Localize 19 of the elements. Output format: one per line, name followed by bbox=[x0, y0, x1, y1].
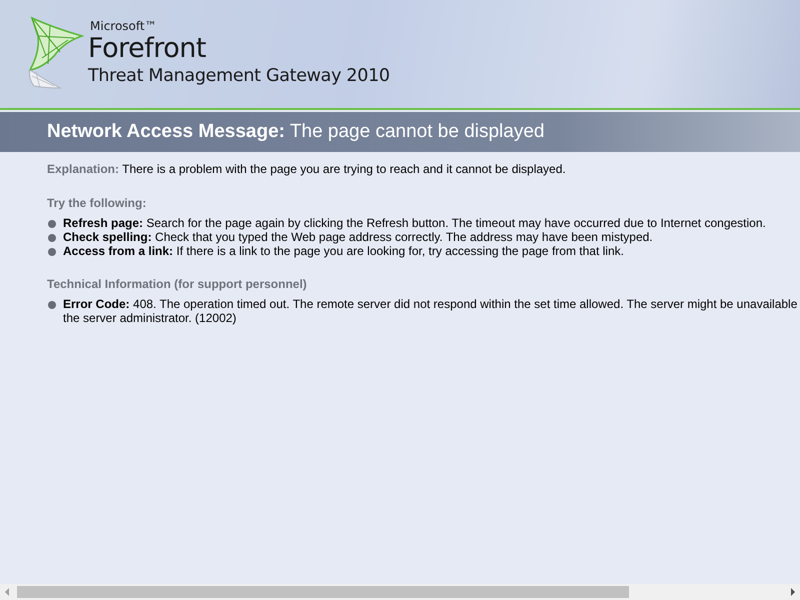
brand-name: Microsoft™ bbox=[90, 19, 158, 34]
bullet-icon bbox=[48, 220, 56, 228]
product-subtitle: Threat Management Gateway 2010 bbox=[88, 65, 390, 88]
suggestion-text: Access from a link: If there is a link to the page you are looking for, try accessing the page from that link. bbox=[63, 244, 624, 258]
bullet-icon bbox=[48, 301, 56, 309]
bullet-icon bbox=[48, 248, 56, 256]
product-name: Forefront bbox=[88, 34, 207, 64]
bullet-icon bbox=[48, 234, 56, 242]
scroll-left-icon[interactable] bbox=[5, 588, 9, 596]
explanation-text: Explanation: There is a problem with the page you are trying to reach and it cannot be displayed. bbox=[47, 162, 567, 177]
scroll-right-icon[interactable] bbox=[791, 588, 795, 596]
suggestion-text: Refresh page: Search for the page again by clicking the Refresh button. The timeout may have occurred due to Internet congestion. bbox=[63, 216, 766, 230]
suggestions-heading: Try the following: bbox=[47, 196, 148, 211]
page-title: Network Access Message: The page cannot be displayed bbox=[47, 121, 544, 143]
error-text: the server administrator. (12002) bbox=[63, 311, 238, 325]
technical-heading: Technical Information (for support personnel) bbox=[47, 277, 308, 292]
error-text: Error Code: 408. The operation timed out. The remote server did not respond within the set time allowed. The server might be unavailable bbox=[63, 297, 798, 311]
scrollbar-thumb[interactable] bbox=[17, 586, 629, 598]
suggestion-text: Check spelling: Check that you typed the Web page address correctly. The address may have been mistyped. bbox=[63, 230, 653, 244]
